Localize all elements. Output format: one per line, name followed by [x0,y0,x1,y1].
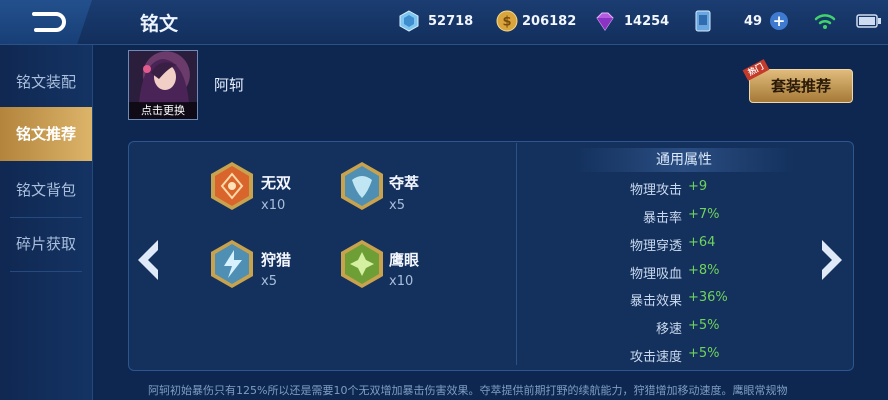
attribute-value: +7% [688,207,720,222]
prev-arrow-icon[interactable] [134,238,162,282]
blue-rune-icon[interactable] [338,160,386,212]
attribute-label: 物理穿透 [629,239,682,254]
hero-portrait [139,59,189,103]
sidebar-item-inscription-equip[interactable]: 铭文装配 [0,55,92,109]
attribute-value: +5% [688,346,720,361]
svg-text:$: $ [502,15,511,30]
sidebar-divider [10,271,82,272]
attribute-label: 暴击效果 [629,294,682,309]
gold-coin-icon: $ [496,10,518,32]
wifi-icon [814,14,836,29]
attribute-label: 暴击率 [642,211,682,226]
diamond-count: 52718 [428,13,474,29]
rune-name: 鹰眼 [389,251,420,269]
recommendation-description: 阿轲初始暴伤只有125%所以还是需要10个无双增加暴击伤害效果。夺萃提供前期打野… [148,384,788,397]
inscription-card-counter: 49 + [692,9,789,33]
add-card-button[interactable]: + [770,12,789,30]
rune-name: 狩猎 [261,251,292,269]
hero-name: 阿轲 [214,76,245,94]
crystal-counter: 14254 [594,9,669,33]
attribute-label: 攻击速度 [629,350,682,365]
crystal-count: 14254 [624,13,670,29]
green-rune-icon[interactable] [338,238,386,290]
rune-name: 无双 [261,174,292,192]
sidebar: 铭文装配 铭文推荐 铭文背包 碎片获取 [0,45,93,400]
sidebar-item-fragment-obtain[interactable]: 碎片获取 [0,217,92,271]
hero-avatar[interactable]: 点击更换 [128,50,198,120]
rune-count: x5 [261,274,277,289]
hot-badge: 热门 [742,59,770,81]
change-hero-label: 点击更换 [129,102,197,119]
sidebar-item-inscription-bag[interactable]: 铭文背包 [0,163,92,217]
gold-counter: $ 206182 [496,9,576,33]
diamond-counter: 52718 [398,9,473,33]
battery-icon [856,14,881,28]
attribute-value: +9 [688,179,708,194]
diamond-icon [399,10,419,32]
attribute-label: 移速 [655,322,682,337]
attribute-label: 物理吸血 [629,267,682,282]
red-rune-icon[interactable] [208,160,256,212]
attribute-value: +8% [688,263,720,278]
attributes-title: 通用属性 [574,148,794,172]
back-button[interactable] [0,0,92,44]
next-arrow-icon[interactable] [818,238,846,282]
rune-count: x5 [389,198,405,213]
gold-count: 206182 [522,13,577,29]
page-title: 铭文 [140,13,179,35]
sidebar-item-inscription-recommend[interactable]: 铭文推荐 [0,107,92,161]
rune-count: x10 [261,198,286,213]
attribute-label: 物理攻击 [629,183,682,198]
inscription-card-icon [695,10,711,32]
panel-divider [516,143,517,365]
blue-rune-icon[interactable] [208,238,256,290]
rune-count: x10 [389,274,414,289]
set-recommend-label: 套装推荐 [770,77,831,95]
rune-name: 夺萃 [389,174,420,192]
attribute-value: +36% [688,290,728,305]
set-recommend-button[interactable]: 套装推荐 热门 [742,59,853,103]
purple-crystal-icon [596,12,614,31]
attribute-value: +64 [688,235,716,250]
back-arrow-icon [32,12,66,32]
attribute-value: +5% [688,318,720,333]
inscription-card-count: 49 [744,13,763,29]
